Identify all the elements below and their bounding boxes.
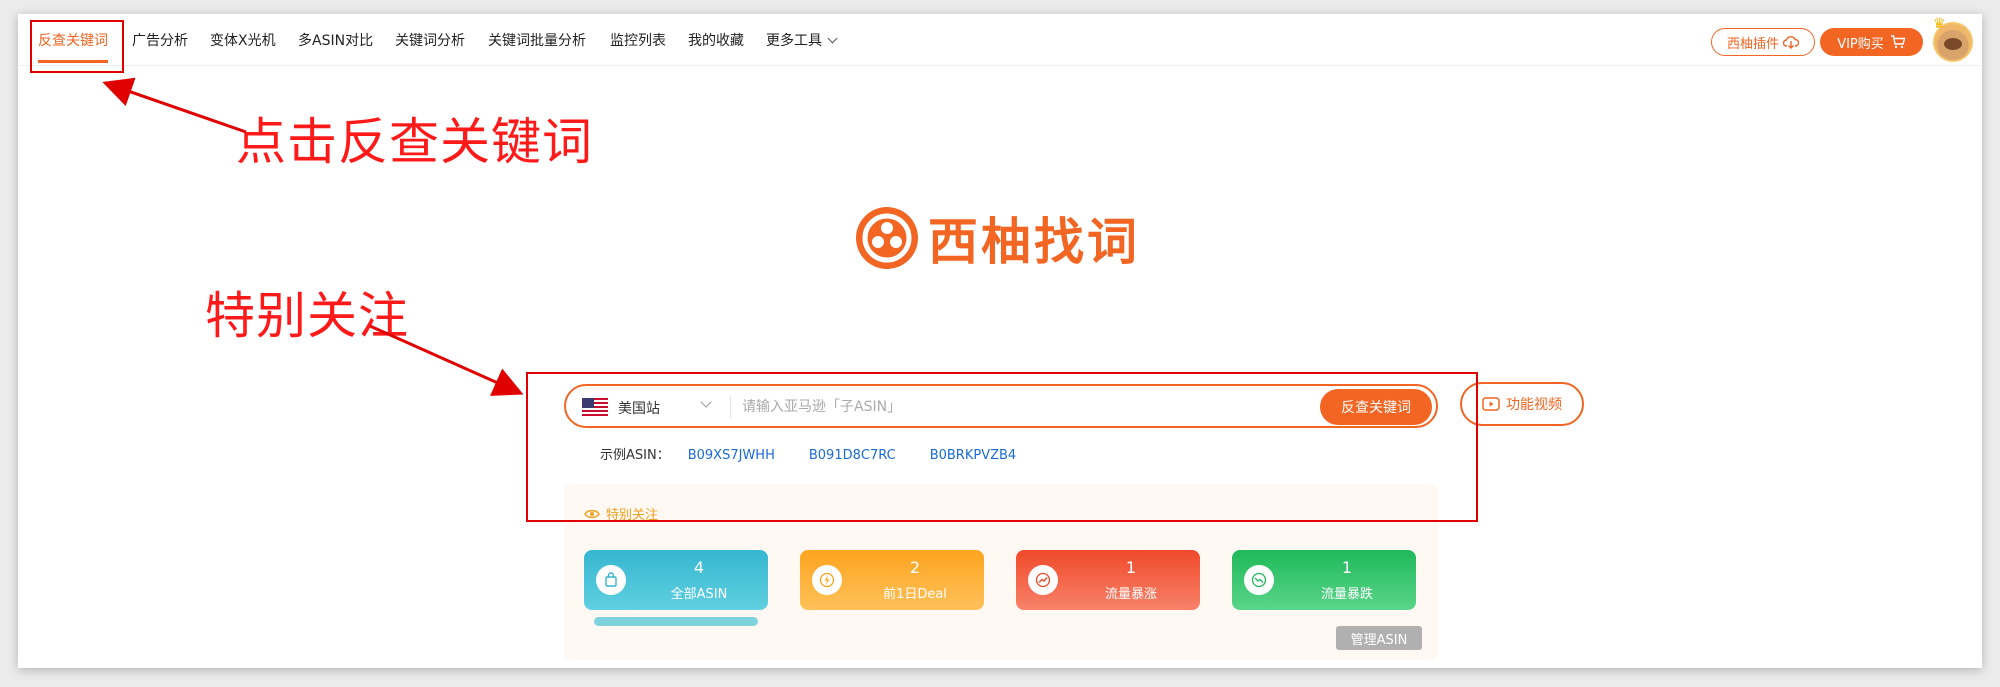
card-shadow-bar — [594, 617, 758, 626]
vip-purchase-button[interactable]: VIP购买 — [1820, 28, 1923, 56]
chevron-down-icon[interactable] — [700, 396, 712, 408]
plugin-button[interactable]: 西柚插件 — [1711, 28, 1815, 56]
grapefruit-logo-icon — [856, 207, 918, 269]
annotation-arrow-1 — [102, 77, 247, 134]
traffic-surge-card[interactable]: 1 流量暴涨 — [1016, 550, 1200, 610]
nav-more-tools[interactable]: 更多工具 — [766, 30, 838, 50]
app-logo: 西柚找词 — [856, 202, 1140, 274]
search-divider — [730, 396, 731, 418]
app-window: 反查关键词 广告分析 变体X光机 多ASIN对比 关键词分析 关键词批量分析 监… — [18, 14, 1982, 668]
top-nav: 反查关键词 广告分析 变体X光机 多ASIN对比 关键词分析 关键词批量分析 监… — [18, 14, 1982, 66]
reverse-keyword-search-button[interactable]: 反查关键词 — [1320, 389, 1432, 425]
traffic-drop-card[interactable]: 1 流量暴跌 — [1232, 550, 1416, 610]
feature-video-label: 功能视频 — [1506, 397, 1562, 413]
logo-text: 西柚找词 — [928, 213, 1140, 271]
nav-multi-asin-compare[interactable]: 多ASIN对比 — [298, 30, 373, 50]
us-flag-icon[interactable] — [582, 398, 608, 416]
card-label: 流量暴跌 — [1320, 587, 1373, 602]
card-label: 全部ASIN — [670, 587, 728, 602]
trend-down-icon — [1244, 565, 1274, 595]
nav-more-tools-label: 更多工具 — [766, 33, 822, 49]
nav-keyword-batch[interactable]: 关键词批量分析 — [488, 30, 586, 50]
search-bar: 美国站 反查关键词 — [564, 384, 1438, 428]
annotation-step1: 点击反查关键词 — [236, 113, 593, 171]
card-count: 2 — [909, 558, 921, 577]
card-count: 1 — [1125, 558, 1137, 577]
marketplace-selector[interactable]: 美国站 — [618, 398, 660, 418]
asin-search-input[interactable] — [742, 392, 1302, 422]
all-asin-card[interactable]: 4 全部ASIN — [584, 550, 768, 610]
plugin-button-label: 西柚插件 — [1726, 36, 1779, 52]
annotation-step2: 特别关注 — [205, 287, 409, 345]
nav-variant-xray[interactable]: 变体X光机 — [210, 30, 276, 50]
card-label: 前1日Deal — [883, 587, 947, 602]
example-label: 示例ASIN： — [600, 448, 670, 463]
play-video-icon — [1482, 397, 1500, 411]
shopping-bag-icon — [596, 565, 626, 595]
crown-icon: ♛ — [1933, 16, 1946, 32]
example-asins: 示例ASIN： B09XS7JWHH B091D8C7RC B0BRKPVZB4 — [600, 444, 1016, 463]
nav-favorites[interactable]: 我的收藏 — [688, 30, 744, 50]
lightning-icon — [812, 565, 842, 595]
example-asin-link[interactable]: B0BRKPVZB4 — [930, 448, 1017, 463]
nav-monitor-list[interactable]: 监控列表 — [610, 30, 666, 50]
eye-icon — [584, 509, 600, 518]
watch-panel-title: 特别关注 — [584, 504, 658, 523]
card-count: 1 — [1341, 558, 1353, 577]
example-asin-link[interactable]: B091D8C7RC — [809, 448, 896, 463]
deal-card[interactable]: 2 前1日Deal — [800, 550, 984, 610]
chevron-down-icon — [827, 33, 838, 44]
card-count: 4 — [693, 558, 705, 577]
trend-up-icon — [1028, 565, 1058, 595]
avatar-face — [1944, 38, 1962, 50]
nav-keyword-analysis[interactable]: 关键词分析 — [395, 30, 465, 50]
user-avatar[interactable]: ♛ — [1933, 16, 1973, 62]
cart-icon — [1890, 35, 1906, 49]
feature-video-button[interactable]: 功能视频 — [1460, 382, 1584, 426]
watch-title-label: 特别关注 — [606, 508, 659, 523]
cloud-download-icon — [1783, 36, 1799, 49]
watch-panel: 特别关注 4 全部ASIN 2 前1日Deal 1 流量暴涨 1 流量暴跌 管理… — [564, 484, 1438, 660]
manage-asin-button[interactable]: 管理ASIN — [1336, 626, 1422, 650]
vip-button-label: VIP购买 — [1837, 36, 1884, 52]
card-label: 流量暴涨 — [1104, 587, 1157, 602]
nav-ad-analysis[interactable]: 广告分析 — [132, 30, 188, 50]
annotation-highlight-nav — [30, 20, 124, 73]
example-asin-link[interactable]: B09XS7JWHH — [688, 448, 775, 463]
